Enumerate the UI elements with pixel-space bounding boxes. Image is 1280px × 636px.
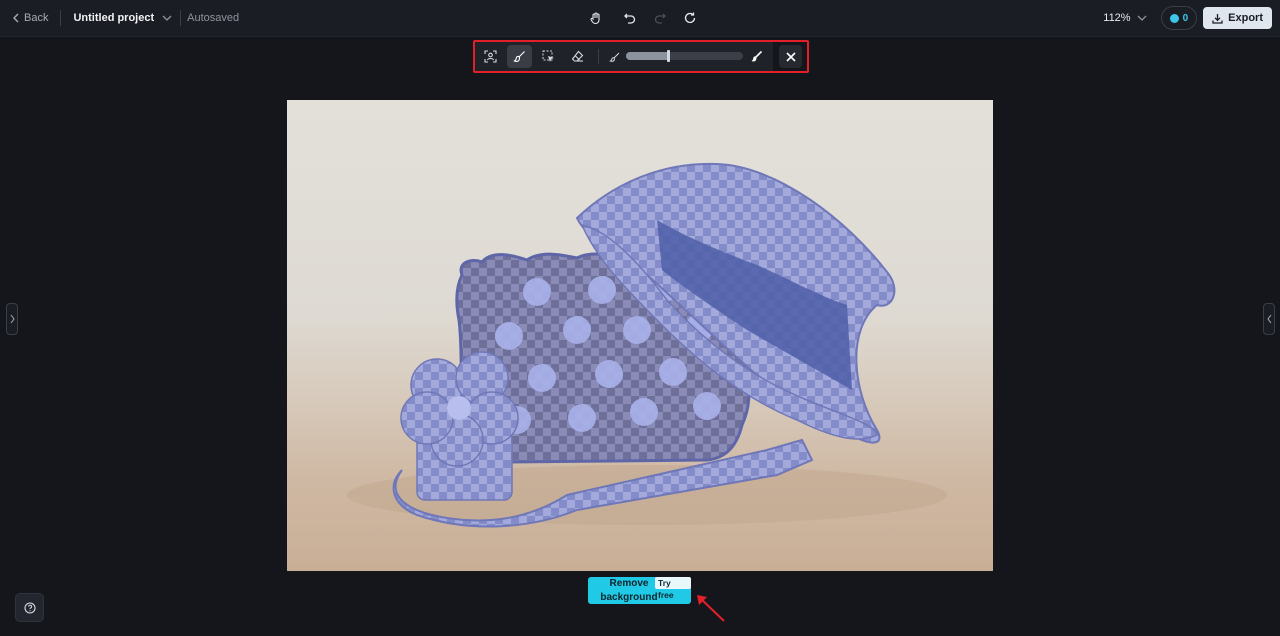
back-label: Back bbox=[24, 12, 49, 24]
brush-large-icon bbox=[751, 50, 763, 62]
photo-with-mask bbox=[347, 162, 947, 528]
redo-button[interactable] bbox=[650, 8, 670, 28]
smart-select-button[interactable] bbox=[536, 45, 561, 68]
close-toolbar-button[interactable] bbox=[779, 45, 802, 68]
remove-background-button[interactable]: Remove background Try free bbox=[588, 577, 691, 604]
divider bbox=[180, 10, 182, 26]
close-icon bbox=[785, 51, 796, 62]
project-title-menu[interactable]: Untitled project bbox=[73, 12, 172, 24]
top-bar: Back Untitled project Autosaved 112% 0 E… bbox=[0, 0, 1280, 37]
undo-button[interactable] bbox=[620, 8, 640, 28]
mask-tools-panel bbox=[475, 42, 773, 71]
refresh-icon bbox=[684, 12, 696, 24]
brush-size-fill bbox=[626, 52, 669, 60]
zoom-level: 112% bbox=[1103, 12, 1131, 24]
credit-coin-icon bbox=[1169, 13, 1179, 23]
chevron-down-icon bbox=[1137, 15, 1147, 21]
brush-icon bbox=[513, 51, 525, 62]
brush-button[interactable] bbox=[507, 45, 532, 68]
chevron-down-icon bbox=[162, 15, 172, 21]
try-free-badge: Try free bbox=[655, 577, 691, 600]
chevron-left-icon bbox=[1266, 314, 1271, 324]
brush-size-large-button[interactable] bbox=[744, 45, 769, 68]
select-subject-icon bbox=[484, 50, 497, 63]
undo-icon bbox=[624, 13, 636, 24]
top-bar-right: 112% 0 Export bbox=[1103, 6, 1272, 30]
help-button[interactable] bbox=[15, 593, 44, 622]
brush-size-slider[interactable] bbox=[626, 50, 743, 62]
top-bar-left: Back Untitled project Autosaved bbox=[12, 0, 239, 36]
eraser-icon bbox=[571, 50, 584, 62]
history-controls bbox=[586, 8, 700, 28]
annotation-arrow-icon bbox=[697, 595, 725, 622]
brush-size-small-button[interactable] bbox=[602, 45, 627, 68]
chevron-left-icon bbox=[13, 13, 19, 23]
export-button[interactable]: Export bbox=[1203, 7, 1272, 29]
right-panel-toggle[interactable] bbox=[1263, 303, 1275, 335]
export-label: Export bbox=[1228, 12, 1263, 24]
toolbar-divider bbox=[598, 49, 599, 64]
project-title: Untitled project bbox=[73, 12, 155, 24]
credits-count: 0 bbox=[1182, 12, 1189, 24]
zoom-dropdown[interactable]: 112% bbox=[1103, 12, 1147, 24]
back-button[interactable]: Back bbox=[12, 12, 48, 24]
question-icon bbox=[23, 601, 36, 614]
left-panel-toggle[interactable] bbox=[6, 303, 18, 335]
image-canvas[interactable] bbox=[287, 100, 993, 571]
eraser-button[interactable] bbox=[565, 45, 590, 68]
chevron-right-icon bbox=[10, 314, 15, 324]
save-status: Autosaved bbox=[187, 12, 240, 24]
smart-select-icon bbox=[542, 50, 554, 62]
refresh-button[interactable] bbox=[680, 8, 700, 28]
select-subject-button[interactable] bbox=[478, 45, 503, 68]
redo-icon bbox=[654, 13, 666, 24]
credits-badge[interactable]: 0 bbox=[1160, 6, 1198, 30]
hand-icon bbox=[590, 12, 600, 25]
mask-toolbar bbox=[473, 40, 809, 73]
remove-background-label: Remove background bbox=[600, 578, 658, 603]
download-icon bbox=[1212, 13, 1223, 24]
hand-tool-button[interactable] bbox=[586, 8, 606, 28]
divider bbox=[60, 10, 62, 26]
brush-size-handle[interactable] bbox=[667, 50, 671, 62]
brush-small-icon bbox=[608, 52, 619, 62]
